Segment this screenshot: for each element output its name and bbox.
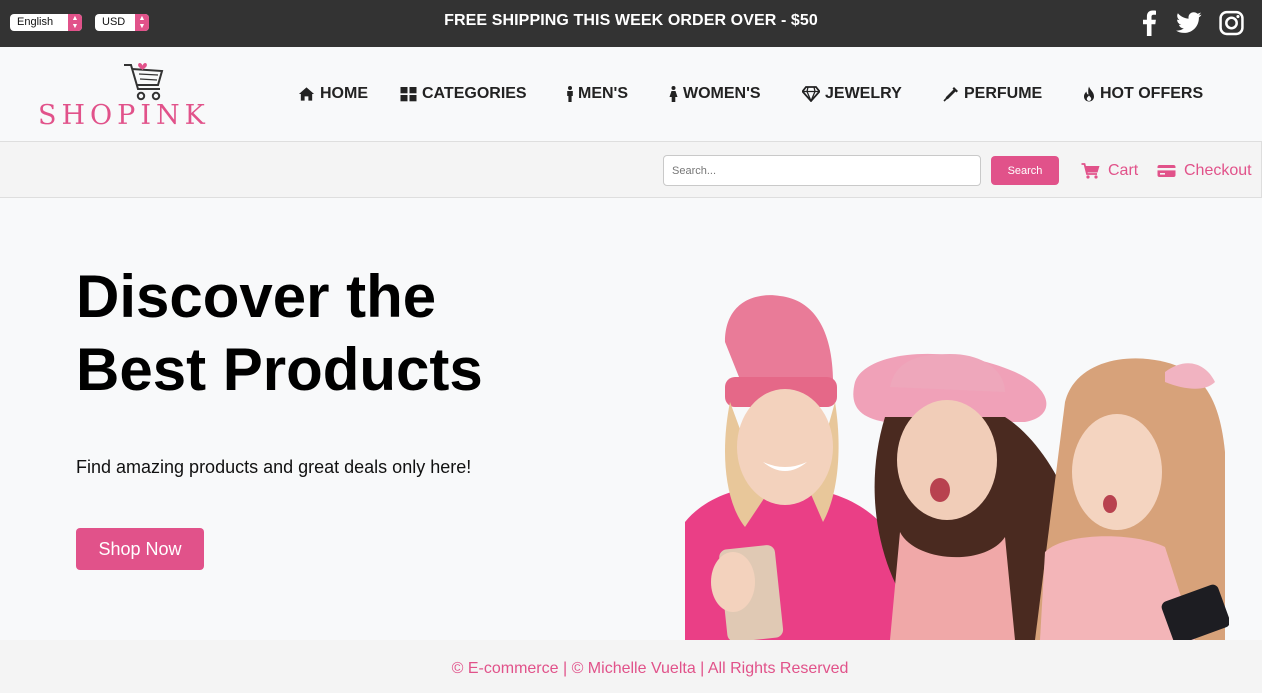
cart-icon bbox=[1081, 163, 1100, 179]
grid-icon bbox=[400, 86, 417, 102]
cart-label: Cart bbox=[1108, 162, 1139, 179]
nav-jewelry[interactable]: JEWELRY bbox=[802, 84, 902, 104]
credit-card-icon bbox=[1157, 163, 1176, 179]
search-button[interactable]: Search bbox=[991, 156, 1059, 185]
twitter-icon[interactable] bbox=[1176, 10, 1202, 36]
nav-home-label: HOME bbox=[320, 85, 368, 102]
hero-title: Discover the Best Products bbox=[76, 260, 636, 406]
nav-hot-offers[interactable]: HOT OFFERS bbox=[1083, 84, 1203, 104]
instagram-icon[interactable] bbox=[1219, 10, 1244, 36]
hero-photo bbox=[685, 282, 1229, 640]
hero-title-line1: Discover the bbox=[76, 263, 437, 330]
nav-mens-label: MEN'S bbox=[578, 85, 629, 102]
logo-cart-icon bbox=[122, 61, 166, 103]
home-icon bbox=[298, 86, 315, 102]
nav-categories-label: CATEGORIES bbox=[422, 85, 527, 102]
hero-subtitle: Find amazing products and great deals on… bbox=[76, 457, 472, 477]
shop-now-button[interactable]: Shop Now bbox=[76, 528, 204, 570]
nav-womens[interactable]: WOMEN'S bbox=[669, 84, 761, 104]
nav-womens-label: WOMEN'S bbox=[683, 85, 761, 102]
footer-copyright: © E-commerce | © Michelle Vuelta | All R… bbox=[451, 660, 849, 677]
search-bar: Search Cart Checkout bbox=[0, 141, 1262, 198]
nav-home[interactable]: HOME bbox=[298, 84, 368, 104]
cart-link[interactable]: Cart bbox=[1081, 161, 1138, 181]
footer: © E-commerce | © Michelle Vuelta | All R… bbox=[0, 640, 1262, 693]
facebook-icon[interactable] bbox=[1141, 10, 1157, 36]
nav-jewelry-label: JEWELRY bbox=[825, 85, 902, 102]
diamond-icon bbox=[802, 86, 820, 102]
checkout-label: Checkout bbox=[1184, 162, 1252, 179]
perfume-icon bbox=[943, 86, 959, 102]
male-icon bbox=[566, 86, 574, 102]
nav-hot-offers-label: HOT OFFERS bbox=[1100, 85, 1204, 102]
nav-perfume[interactable]: PERFUME bbox=[943, 84, 1042, 104]
nav-categories[interactable]: CATEGORIES bbox=[400, 84, 527, 104]
search-input[interactable] bbox=[663, 155, 981, 186]
brand-name: SHOPINK bbox=[38, 100, 210, 131]
main-header: SHOPINK HOME CATEGORIES MEN'S WOMEN'S JE… bbox=[0, 47, 1262, 142]
promo-banner: FREE SHIPPING THIS WEEK ORDER OVER - $50 bbox=[444, 12, 818, 29]
nav-perfume-label: PERFUME bbox=[964, 85, 1043, 102]
checkout-link[interactable]: Checkout bbox=[1157, 161, 1252, 181]
brand-logo[interactable]: SHOPINK bbox=[38, 59, 224, 131]
fire-icon bbox=[1083, 86, 1095, 102]
female-icon bbox=[669, 86, 678, 102]
hero-title-line2: Best Products bbox=[76, 336, 483, 403]
top-bar: English ▲ ▼ USD ▲ ▼ FREE SHIPPING THIS WEE… bbox=[0, 0, 1262, 47]
nav-mens[interactable]: MEN'S bbox=[566, 84, 628, 104]
